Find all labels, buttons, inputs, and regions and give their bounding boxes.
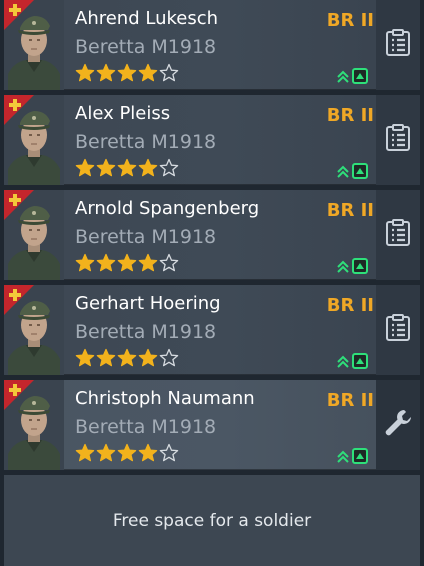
star-filled-icon bbox=[138, 63, 158, 83]
clipboard-list-icon bbox=[385, 219, 411, 251]
star-filled-icon bbox=[75, 158, 95, 178]
soldier-side-action[interactable] bbox=[376, 380, 420, 470]
star-filled-icon bbox=[75, 348, 95, 368]
soldier-portrait bbox=[4, 190, 64, 280]
soldier-side-action[interactable] bbox=[376, 190, 420, 280]
soldier-rating-stars bbox=[75, 253, 179, 273]
free-slot-label: Free space for a soldier bbox=[112, 510, 312, 531]
chevron-up-double-icon bbox=[337, 450, 349, 463]
wrench-icon bbox=[382, 407, 414, 443]
star-filled-icon bbox=[96, 443, 116, 463]
soldier-weapon: Beretta M1918 bbox=[75, 321, 217, 343]
star-filled-icon bbox=[75, 253, 95, 273]
soldier-weapon: Beretta M1918 bbox=[75, 226, 217, 248]
soldier-row[interactable]: Ahrend Lukesch Beretta M1918 BR II bbox=[4, 0, 376, 90]
soldier-portrait bbox=[4, 380, 64, 470]
star-filled-icon bbox=[96, 348, 116, 368]
star-empty-icon bbox=[159, 158, 179, 178]
soldier-portrait bbox=[4, 95, 64, 185]
battle-rating: BR II bbox=[326, 295, 374, 316]
soldier-weapon: Beretta M1918 bbox=[75, 416, 217, 438]
star-filled-icon bbox=[75, 443, 95, 463]
soldier-rating-stars bbox=[75, 63, 179, 83]
soldier-portrait bbox=[4, 285, 64, 375]
upgrade-indicator[interactable] bbox=[336, 353, 368, 369]
star-filled-icon bbox=[96, 253, 116, 273]
star-filled-icon bbox=[75, 63, 95, 83]
star-filled-icon bbox=[138, 253, 158, 273]
soldier-portrait bbox=[4, 0, 64, 90]
battle-rating: BR II bbox=[326, 105, 374, 126]
upgrade-indicator[interactable] bbox=[336, 448, 368, 464]
upgrade-indicator[interactable] bbox=[336, 163, 368, 179]
chevron-up-double-icon bbox=[337, 165, 349, 178]
soldier-rating-stars bbox=[75, 443, 179, 463]
star-filled-icon bbox=[138, 348, 158, 368]
upgrade-indicator[interactable] bbox=[336, 258, 368, 274]
rank-badge-icon bbox=[4, 380, 34, 410]
upgrade-box-icon bbox=[352, 448, 368, 464]
soldier-name: Arnold Spangenberg bbox=[75, 198, 260, 219]
star-filled-icon bbox=[96, 158, 116, 178]
free-soldier-slot[interactable]: Free space for a soldier bbox=[4, 475, 420, 566]
chevron-up-double-icon bbox=[337, 260, 349, 273]
star-filled-icon bbox=[117, 443, 137, 463]
soldier-name: Ahrend Lukesch bbox=[75, 8, 219, 29]
star-filled-icon bbox=[138, 443, 158, 463]
star-filled-icon bbox=[117, 63, 137, 83]
soldier-rating-stars bbox=[75, 158, 179, 178]
battle-rating: BR II bbox=[326, 10, 374, 31]
star-filled-icon bbox=[138, 158, 158, 178]
battle-rating: BR II bbox=[326, 390, 374, 411]
soldier-row[interactable]: Gerhart Hoering Beretta M1918 BR II bbox=[4, 285, 376, 375]
soldier-side-action[interactable] bbox=[376, 0, 420, 90]
rank-badge-icon bbox=[4, 95, 34, 125]
soldier-side-action[interactable] bbox=[376, 95, 420, 185]
star-filled-icon bbox=[117, 158, 137, 178]
soldier-weapon: Beretta M1918 bbox=[75, 131, 217, 153]
upgrade-box-icon bbox=[352, 163, 368, 179]
star-empty-icon bbox=[159, 253, 179, 273]
soldier-rating-stars bbox=[75, 348, 179, 368]
clipboard-list-icon bbox=[385, 124, 411, 156]
battle-rating: BR II bbox=[326, 200, 374, 221]
star-empty-icon bbox=[159, 348, 179, 368]
squad-list: Free space for a soldier Ahrend Lukesch bbox=[0, 0, 424, 566]
star-filled-icon bbox=[117, 348, 137, 368]
soldier-name: Gerhart Hoering bbox=[75, 293, 221, 314]
upgrade-box-icon bbox=[352, 68, 368, 84]
clipboard-list-icon bbox=[385, 314, 411, 346]
soldier-weapon: Beretta M1918 bbox=[75, 36, 217, 58]
rank-badge-icon bbox=[4, 0, 34, 30]
soldier-row[interactable]: Alex Pleiss Beretta M1918 BR II bbox=[4, 95, 376, 185]
star-empty-icon bbox=[159, 63, 179, 83]
soldier-name: Christoph Naumann bbox=[75, 388, 255, 409]
star-empty-icon bbox=[159, 443, 179, 463]
rank-badge-icon bbox=[4, 285, 34, 315]
chevron-up-double-icon bbox=[337, 355, 349, 368]
soldier-row[interactable]: Christoph Naumann Beretta M1918 BR II bbox=[4, 380, 376, 470]
chevron-up-double-icon bbox=[337, 70, 349, 83]
rank-badge-icon bbox=[4, 190, 34, 220]
clipboard-list-icon bbox=[385, 29, 411, 61]
upgrade-box-icon bbox=[352, 258, 368, 274]
soldier-row[interactable]: Arnold Spangenberg Beretta M1918 BR II bbox=[4, 190, 376, 280]
star-filled-icon bbox=[96, 63, 116, 83]
soldier-side-action[interactable] bbox=[376, 285, 420, 375]
star-filled-icon bbox=[117, 253, 137, 273]
upgrade-indicator[interactable] bbox=[336, 68, 368, 84]
upgrade-box-icon bbox=[352, 353, 368, 369]
soldier-name: Alex Pleiss bbox=[75, 103, 171, 124]
